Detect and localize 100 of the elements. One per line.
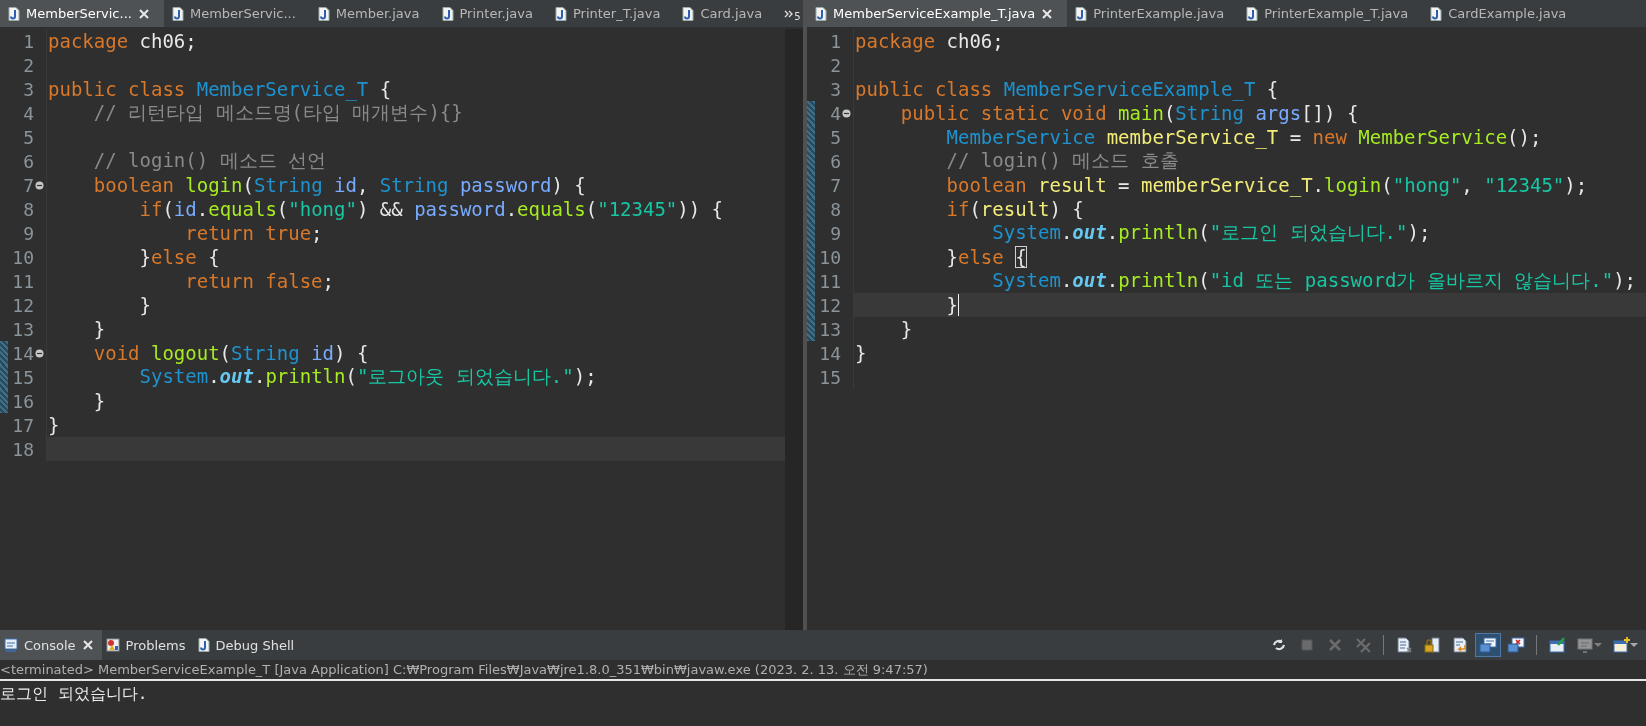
window-icon bbox=[1612, 636, 1630, 654]
line-number: 7 bbox=[829, 174, 841, 196]
code-line: // login() 메소드 선언 bbox=[92, 148, 327, 173]
code-line: } bbox=[92, 390, 106, 412]
line-number: 6 bbox=[829, 150, 841, 172]
code-line: boolean result = memberService_T.login("hong", "12345"); bbox=[945, 174, 1588, 196]
line-number: 5 bbox=[22, 126, 34, 148]
document-icon bbox=[1451, 636, 1469, 654]
java-file-icon bbox=[441, 6, 454, 21]
code-line: } bbox=[945, 294, 958, 316]
java-file-icon bbox=[1246, 6, 1259, 21]
fold-icon[interactable] bbox=[35, 180, 44, 190]
code-line: public class MemberServiceExample_T { bbox=[855, 78, 1279, 100]
editor-tab[interactable]: Printer_T.java bbox=[546, 0, 675, 27]
java-file-icon bbox=[8, 6, 20, 21]
line-number: 5 bbox=[829, 126, 841, 148]
close-icon[interactable] bbox=[137, 7, 150, 20]
java-file-icon bbox=[171, 6, 184, 21]
line-number: 2 bbox=[22, 54, 34, 76]
editor-tab[interactable]: PrinterExample_T.java bbox=[1238, 0, 1423, 27]
editor-tab[interactable]: MemberServic... bbox=[163, 0, 310, 27]
line-number: 3 bbox=[22, 78, 34, 100]
code-line: System.out.println("id 또는 password가 올바르지 않습니다."); bbox=[991, 268, 1637, 293]
code-line: // 리턴타입 메소드명(타입 매개변수){} bbox=[92, 101, 463, 125]
line-number: 12 bbox=[818, 294, 841, 316]
code-line: public static void main(String args[]) { bbox=[899, 102, 1359, 124]
line-number: 15 bbox=[11, 366, 34, 388]
editor-tab[interactable]: MemberServiceExample_T.java bbox=[807, 0, 1068, 27]
line-number: 9 bbox=[829, 222, 841, 244]
code-line: if(result) { bbox=[945, 198, 1084, 220]
toolbar-button[interactable] bbox=[1475, 633, 1501, 657]
line-number: 15 bbox=[818, 366, 841, 388]
line-number: 11 bbox=[818, 270, 841, 292]
window-icon bbox=[1548, 636, 1566, 654]
fold-icon[interactable] bbox=[842, 108, 851, 118]
java-file-icon bbox=[317, 6, 330, 21]
code-line: void logout(String id) { bbox=[92, 342, 369, 364]
line-number: 10 bbox=[11, 246, 34, 268]
chevron-icon bbox=[784, 9, 794, 18]
line-number: 13 bbox=[11, 318, 34, 340]
editor-tab[interactable]: PrinterExample.java bbox=[1067, 0, 1239, 27]
console-status: <terminated> MemberServiceExample_T [Java Application] C:₩Program Files₩Java₩jre1.8.0_351₩bin₩javaw.exe (2023. 2. 13. 오전 9:47:57) bbox=[0, 660, 1646, 681]
line-number: 7 bbox=[22, 174, 34, 196]
problems-icon bbox=[105, 638, 120, 652]
double-x-icon bbox=[1354, 636, 1372, 654]
console-icon bbox=[4, 638, 18, 652]
code-line: return true; bbox=[184, 222, 323, 244]
monitor-icon bbox=[1576, 636, 1594, 654]
line-number: 13 bbox=[818, 318, 841, 340]
window-icon bbox=[1507, 636, 1525, 654]
code-line: MemberService memberService_T = new MemberService(); bbox=[945, 126, 1542, 148]
code-line: } bbox=[92, 318, 106, 340]
line-number: 12 bbox=[11, 294, 34, 316]
code-line: // login() 메소드 호출 bbox=[945, 149, 1179, 173]
code-line: if(id.equals("hong") && password.equals("12345")) { bbox=[138, 198, 724, 220]
stop-icon bbox=[1298, 636, 1316, 654]
code-line: System.out.println("로그아웃 되었습니다."); bbox=[138, 364, 597, 389]
editor-tab[interactable]: Card.java bbox=[674, 0, 777, 27]
window-icon bbox=[1479, 636, 1497, 654]
line-number: 14 bbox=[11, 342, 34, 364]
line-number: 17 bbox=[11, 414, 34, 436]
code-line: } bbox=[138, 294, 151, 316]
line-number: 6 bbox=[22, 150, 34, 172]
java-file-icon bbox=[1075, 6, 1088, 21]
java-file-icon bbox=[682, 6, 695, 21]
lock-icon bbox=[1423, 636, 1441, 654]
line-number: 16 bbox=[11, 390, 34, 412]
close-icon[interactable] bbox=[81, 639, 94, 651]
code-line: }else { bbox=[138, 246, 220, 268]
line-number: 18 bbox=[11, 438, 34, 460]
editor-tab[interactable]: CardExample.java bbox=[1422, 0, 1581, 27]
code-line: return false; bbox=[184, 270, 334, 292]
line-number: 11 bbox=[11, 270, 34, 292]
view-tab[interactable]: Debug Shell bbox=[193, 630, 303, 660]
line-number: 14 bbox=[818, 342, 841, 364]
close-icon[interactable] bbox=[1041, 7, 1054, 20]
java-file-icon bbox=[815, 6, 827, 21]
fold-icon[interactable] bbox=[35, 348, 44, 358]
line-number: 9 bbox=[22, 222, 34, 244]
line-number: 3 bbox=[829, 78, 841, 100]
code-line: } bbox=[48, 414, 60, 436]
java-file-icon bbox=[1430, 6, 1443, 21]
code-line: boolean login(String id, String password) { bbox=[92, 174, 586, 196]
editor-tab[interactable]: Member.java bbox=[309, 0, 434, 27]
line-number: 1 bbox=[22, 30, 34, 52]
line-number: 10 bbox=[818, 246, 841, 268]
line-number: 8 bbox=[22, 198, 34, 220]
code-line: } bbox=[899, 318, 913, 340]
editor-tab[interactable]: MemberServic... bbox=[0, 0, 164, 27]
document-icon bbox=[1395, 636, 1413, 654]
line-number: 1 bbox=[829, 30, 841, 52]
code-line: public class MemberService_T { bbox=[48, 78, 392, 100]
line-number: 4 bbox=[22, 102, 34, 124]
code-line: package ch06; bbox=[855, 30, 1004, 52]
view-tab[interactable]: Console bbox=[0, 630, 102, 660]
caret-icon[interactable] bbox=[1630, 642, 1638, 648]
editor-tab[interactable]: Printer.java bbox=[433, 0, 547, 27]
view-tab[interactable]: Problems bbox=[101, 630, 194, 660]
code-line: } bbox=[855, 342, 867, 364]
java-file-icon bbox=[554, 6, 567, 21]
